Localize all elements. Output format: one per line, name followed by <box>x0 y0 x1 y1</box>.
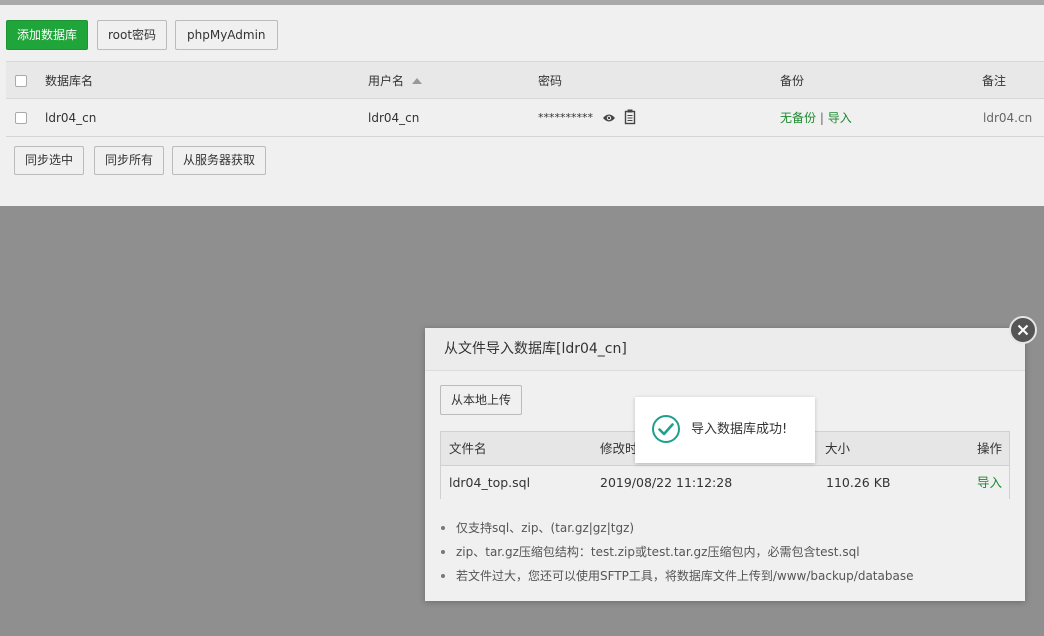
backup-cell: 无备份 | 导入 <box>780 99 852 137</box>
header-modified: 修改时 <box>600 441 638 456</box>
import-database-modal: 从文件导入数据库[ldr04_cn] 从本地上传 文件名 修改时 大小 操作 l… <box>425 328 1025 601</box>
password-cell: ********** <box>538 111 593 124</box>
copy-password-icon[interactable] <box>624 99 636 137</box>
select-all-checkbox[interactable] <box>15 75 27 87</box>
file-name-cell: ldr04_top.sql <box>449 475 531 490</box>
table-row: ldr04_cn ldr04_cn ********** 无备份 | 导入 ld… <box>6 99 1044 137</box>
header-remark: 备注 <box>982 74 1007 88</box>
username-cell: ldr04_cn <box>368 111 420 125</box>
phpmyadmin-button[interactable]: phpMyAdmin <box>175 20 278 50</box>
header-password: 密码 <box>538 74 563 88</box>
file-modified-cell: 2019/08/22 11:12:28 <box>600 475 733 490</box>
sync-selected-button[interactable]: 同步选中 <box>14 146 85 175</box>
upload-local-button[interactable]: 从本地上传 <box>440 385 523 415</box>
modal-header: 从文件导入数据库[ldr04_cn] <box>425 328 1025 371</box>
close-icon <box>1017 324 1029 336</box>
remark-cell[interactable]: ldr04.cn <box>983 99 1032 137</box>
show-password-icon[interactable] <box>602 99 616 137</box>
root-password-button[interactable]: root密码 <box>97 20 168 50</box>
modal-title: 从文件导入数据库[ldr04_cn] <box>444 341 627 357</box>
header-username[interactable]: 用户名 <box>368 62 423 100</box>
link-separator: | <box>819 111 824 125</box>
fetch-from-server-button[interactable]: 从服务器获取 <box>172 146 267 175</box>
file-import-link[interactable]: 导入 <box>977 466 1002 499</box>
header-size: 大小 <box>825 441 851 456</box>
list-item: zip、tar.gz压缩包结构：test.zip或test.tar.gz压缩包内… <box>440 540 1010 564</box>
database-panel: 添加数据库 root密码 phpMyAdmin 数据库名 用户名 密码 备份 备… <box>0 5 1044 206</box>
database-table-header: 数据库名 用户名 密码 备份 备注 <box>6 61 1044 99</box>
header-action: 操作 <box>977 441 1003 456</box>
db-name-cell: ldr04_cn <box>45 111 97 125</box>
toast-message: 导入数据库成功! <box>691 422 788 437</box>
header-filename: 文件名 <box>449 441 487 456</box>
table-row: ldr04_top.sql 2019/08/22 11:12:28 110.26… <box>441 466 1009 499</box>
list-item: 若文件过大，您还可以使用SFTP工具，将数据库文件上传到/www/backup/… <box>440 564 1010 588</box>
header-db-name[interactable]: 数据库名 <box>45 62 93 100</box>
import-notes: 仅支持sql、zip、(tar.gz|gz|tgz) zip、tar.gz压缩包… <box>440 516 1010 588</box>
no-backup-link[interactable]: 无备份 <box>780 111 816 125</box>
file-size-cell: 110.26 KB <box>826 475 891 490</box>
modal-close-button[interactable] <box>1009 316 1037 344</box>
import-link[interactable]: 导入 <box>828 111 852 125</box>
header-username-label: 用户名 <box>368 74 405 88</box>
add-database-button[interactable]: 添加数据库 <box>6 20 89 50</box>
sort-asc-icon[interactable] <box>412 78 423 84</box>
sync-all-button[interactable]: 同步所有 <box>94 146 165 175</box>
list-item: 仅支持sql、zip、(tar.gz|gz|tgz) <box>440 516 1010 540</box>
success-toast: 导入数据库成功! <box>635 397 815 463</box>
row-checkbox[interactable] <box>15 112 27 124</box>
check-circle-icon <box>652 415 680 443</box>
header-backup: 备份 <box>780 74 805 88</box>
